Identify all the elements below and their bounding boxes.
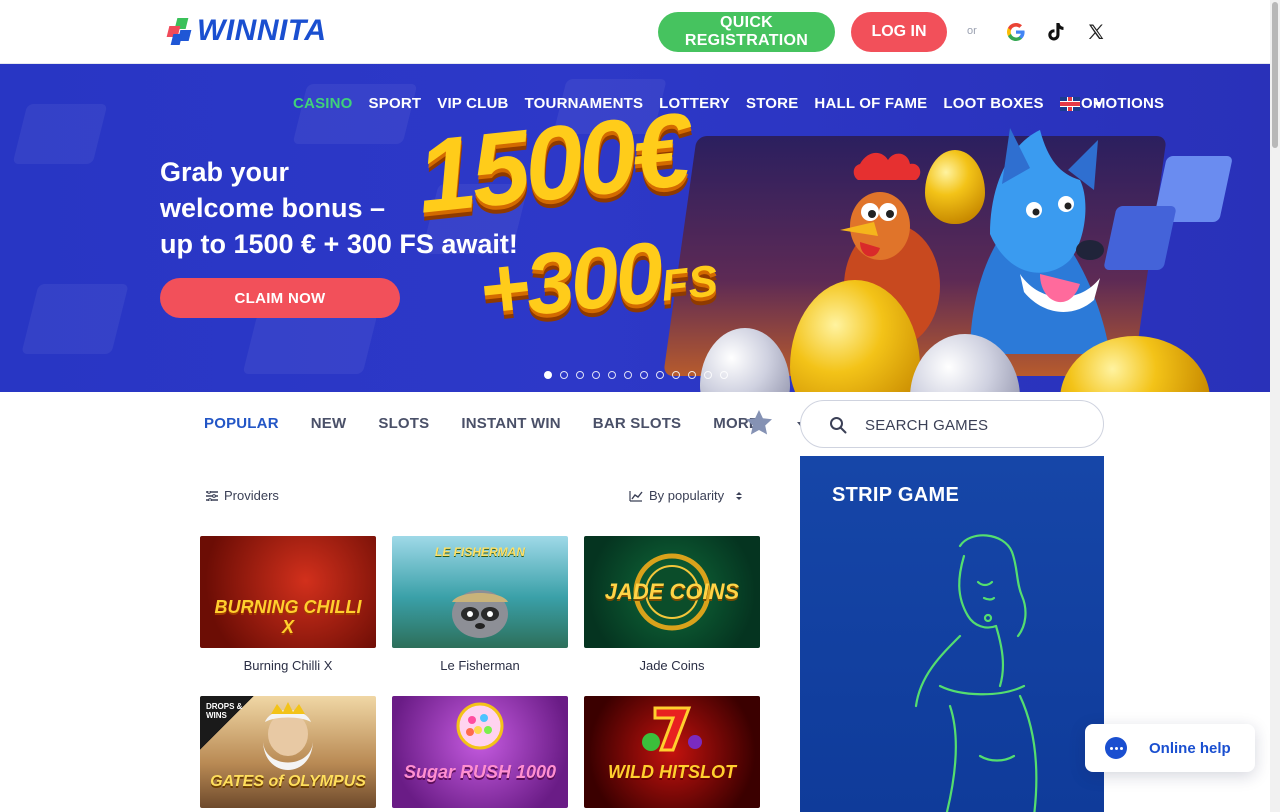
carousel-dot[interactable] (672, 371, 680, 379)
chevron-down-icon (1094, 101, 1102, 107)
logo-mark-icon (166, 17, 192, 45)
tab-bar-slots[interactable]: BAR SLOTS (593, 415, 681, 432)
hero-title: Grab your welcome bonus – up to 1500 € +… (160, 154, 518, 262)
game-thumbnail[interactable]: LE FISHERMAN (392, 536, 568, 648)
carousel-dot[interactable] (688, 371, 696, 379)
sort-selector[interactable]: By popularity (629, 488, 743, 503)
strip-game-promo[interactable]: STRIP GAME (800, 456, 1104, 812)
tab-slots[interactable]: SLOTS (378, 415, 429, 432)
x-icon[interactable] (1084, 20, 1108, 44)
game-category-tabs: POPULAR NEW SLOTS INSTANT WIN BAR SLOTS … (204, 415, 837, 432)
carousel-dot[interactable] (560, 371, 568, 379)
game-art-title: WILD HITSLOT (608, 762, 736, 782)
game-card[interactable]: LE FISHERMAN Le Fisherman (392, 536, 568, 673)
carousel-dot[interactable] (544, 371, 552, 379)
trend-chart-icon (629, 490, 643, 502)
google-icon[interactable] (1004, 20, 1028, 44)
nav-hall-of-fame[interactable]: HALL OF FAME (814, 95, 927, 112)
tab-instant-win[interactable]: INSTANT WIN (461, 415, 560, 432)
nav-loot-boxes[interactable]: LOOT BOXES (943, 95, 1043, 112)
online-help-chat[interactable]: Online help (1085, 724, 1255, 772)
game-name: Le Fisherman (440, 658, 520, 673)
nav-vip-club[interactable]: VIP CLUB (437, 95, 508, 112)
game-thumbnail[interactable]: Sugar RUSH 1000 (392, 696, 568, 808)
bg-tile (242, 314, 378, 374)
nav-casino[interactable]: CASINO (293, 95, 353, 112)
game-thumbnail[interactable]: JADE COINS (584, 536, 760, 648)
hero-title-line: Grab your (160, 157, 290, 187)
nav-store[interactable]: STORE (746, 95, 798, 112)
game-card[interactable]: JADE COINS Jade Coins (584, 536, 760, 673)
gumball-machine-illustration (456, 702, 504, 750)
tab-popular[interactable]: POPULAR (204, 415, 279, 432)
game-thumbnail[interactable]: WILD HITSLOT (584, 696, 760, 808)
carousel-dot[interactable] (576, 371, 584, 379)
game-art-title: GATES of OLYMPUS (210, 773, 366, 790)
scrollbar-thumb[interactable] (1272, 2, 1278, 148)
providers-filter[interactable]: Providers (206, 488, 279, 503)
language-selector[interactable] (1060, 97, 1102, 111)
search-box[interactable] (800, 400, 1104, 448)
carousel-dot[interactable] (704, 371, 712, 379)
game-name: Jade Coins (639, 658, 705, 673)
raccoon-illustration (452, 590, 508, 638)
game-art-title: JADE COINS (604, 579, 740, 604)
search-icon (830, 417, 847, 434)
drops-wins-badge: DROPS & WINS (200, 696, 254, 750)
game-card[interactable]: WILD HITSLOT (584, 696, 760, 808)
top-header: WINNITA QUICK REGISTRATION LOG IN or (0, 0, 1270, 64)
hero-title-line: welcome bonus – (160, 193, 386, 223)
hero-banner: CASINO SPORT VIP CLUB TOURNAMENTS LOTTER… (0, 64, 1270, 392)
or-separator: or (967, 25, 977, 37)
quick-registration-button[interactable]: QUICK REGISTRATION (658, 12, 835, 52)
chat-bubble-icon (1105, 737, 1127, 759)
winnita-logo[interactable]: WINNITA (166, 14, 327, 47)
bonus-spins-suffix: FS (658, 256, 720, 311)
favorites-star-icon[interactable] (744, 408, 774, 438)
game-thumbnail[interactable]: GATES of OLYMPUS DROPS & WINS (200, 696, 376, 808)
main-nav: CASINO SPORT VIP CLUB TOURNAMENTS LOTTER… (293, 95, 1164, 112)
game-art-title: BURNING CHILLI X (214, 597, 362, 637)
providers-label: Providers (224, 488, 279, 503)
neon-figure-illustration (914, 534, 1038, 812)
promo-title: STRIP GAME (832, 484, 960, 506)
nav-sport[interactable]: SPORT (369, 95, 422, 112)
carousel-dot[interactable] (640, 371, 648, 379)
badge-label: DROPS & WINS (206, 702, 243, 720)
game-art-title: Sugar RUSH 1000 (403, 762, 557, 782)
login-button[interactable]: LOG IN (851, 12, 947, 52)
game-thumbnail[interactable]: BURNING CHILLI X (200, 536, 376, 648)
hero-title-line: up to 1500 € + 300 FS await! (160, 229, 518, 259)
claim-now-button[interactable]: CLAIM NOW (160, 278, 400, 318)
wolf-illustration (970, 128, 1110, 354)
game-card[interactable]: Sugar RUSH 1000 (392, 696, 568, 808)
filter-icon (206, 490, 218, 501)
game-art-title: LE FISHERMAN (435, 545, 525, 559)
game-card[interactable]: BURNING CHILLI X Burning Chilli X (200, 536, 376, 673)
tiktok-icon[interactable] (1044, 20, 1068, 44)
carousel-dot[interactable] (720, 371, 728, 379)
carousel-dots (544, 371, 728, 379)
carousel-dot[interactable] (624, 371, 632, 379)
online-help-label: Online help (1149, 739, 1231, 757)
logo-text: WINNITA (197, 14, 327, 47)
search-input[interactable] (865, 413, 1085, 437)
carousel-dot[interactable] (656, 371, 664, 379)
tab-new[interactable]: NEW (311, 415, 347, 432)
bg-tile (12, 104, 108, 164)
bg-tile (292, 84, 418, 144)
game-name: Burning Chilli X (243, 658, 333, 673)
game-card[interactable]: GATES of OLYMPUS DROPS & WINS (200, 696, 376, 808)
carousel-dot[interactable] (608, 371, 616, 379)
sort-arrows-icon (736, 491, 743, 500)
sort-label: By popularity (649, 488, 725, 503)
bg-tile (21, 284, 129, 354)
uk-flag-icon (1060, 97, 1080, 111)
carousel-dot[interactable] (592, 371, 600, 379)
lucky-seven-illustration (642, 706, 702, 752)
